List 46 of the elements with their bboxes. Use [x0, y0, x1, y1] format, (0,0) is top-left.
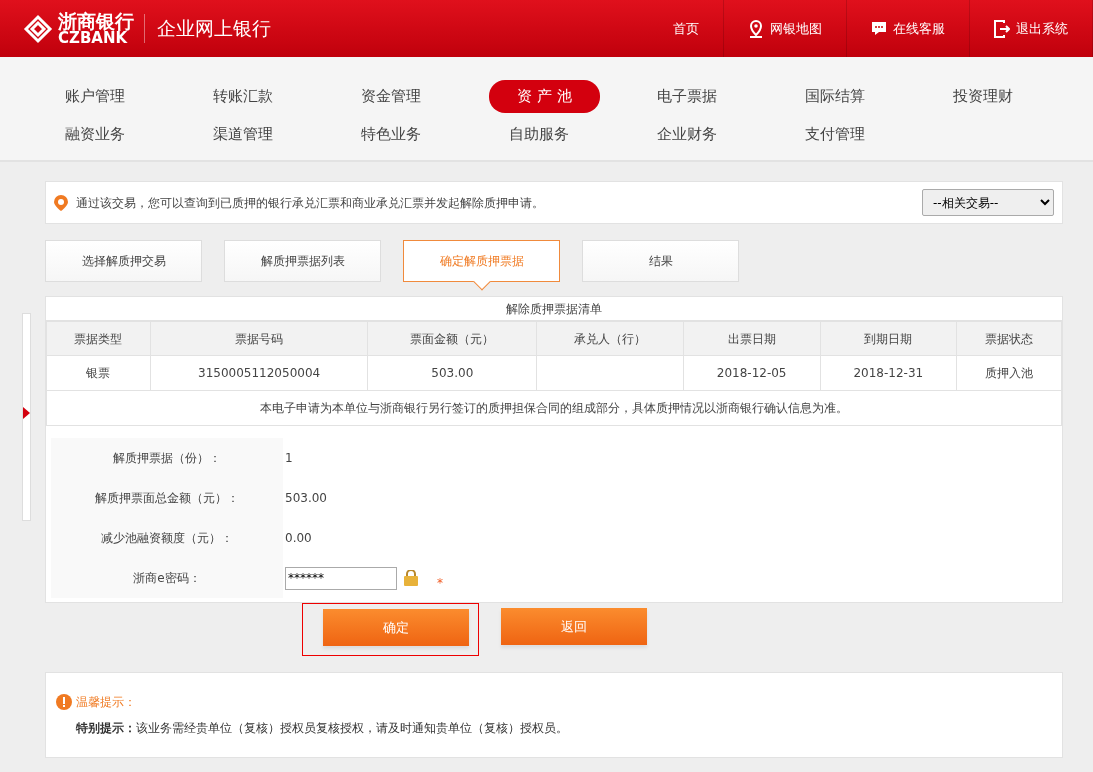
tip-text: 特别提示：该业务需经贵单位（复核）授权员复核授权，请及时通知贵单位（复核）授权员。: [75, 720, 569, 737]
field-value: 0.00: [284, 530, 312, 547]
table-cell: 503.00: [367, 355, 537, 391]
step-tab[interactable]: 选择解质押交易: [45, 240, 202, 282]
nav-menu-item[interactable]: 特色业务: [341, 122, 489, 146]
table-cell: 质押入池: [956, 355, 1062, 391]
step-tab[interactable]: 结果: [582, 240, 739, 282]
related-transactions-select[interactable]: --相关交易--: [922, 189, 1054, 216]
nav-menu-item[interactable]: 自助服务: [489, 122, 637, 146]
nav-menu-item[interactable]: 企业财务: [637, 122, 785, 146]
column-header: 出票日期: [683, 321, 820, 356]
logo-text: CZBANK: [58, 30, 129, 46]
column-header: 票面金额（元）: [367, 321, 537, 356]
password-field[interactable]: ******: [285, 566, 397, 590]
nav-menu-item[interactable]: 转账汇款: [193, 84, 341, 108]
notice-text: 通过该交易，您可以查询到已质押的银行承兑汇票和商业承兑汇票并发起解除质押申请。: [76, 194, 545, 212]
nav-menu-item[interactable]: 资 产 池: [489, 79, 600, 113]
required-mark: *: [437, 575, 443, 592]
column-header: 承兑人（行）: [536, 321, 684, 356]
nav-menu-item[interactable]: 渠道管理: [193, 122, 341, 146]
nav-menu-item[interactable]: 支付管理: [785, 122, 933, 146]
field-label: 减少池融资额度（元）：: [51, 518, 283, 558]
nav-menu-item[interactable]: 投资理财: [933, 84, 1081, 108]
logo-text: 浙商银行: [58, 11, 134, 31]
nav-menu-item[interactable]: 融资业务: [45, 122, 193, 146]
step-tab[interactable]: 解质押票据列表: [224, 240, 381, 282]
nav-menu-item[interactable]: 电子票据: [637, 84, 785, 108]
table-cell: 3150005112050004: [150, 355, 368, 391]
table-cell: 银票: [46, 355, 151, 391]
tip-title: 温馨提示：: [76, 694, 136, 711]
table-note: 本电子申请为本单位与浙商银行另行签订的质押担保合同的组成部分，具体质押情况以浙商银行确认信息为准。: [46, 390, 1062, 426]
field-value: 503.00: [284, 490, 327, 507]
table-cell: 2018-12-05: [683, 355, 820, 391]
field-label: 解质押票面总金额（元）：: [51, 478, 283, 518]
nav-menu-item[interactable]: 资金管理: [341, 84, 489, 108]
field-label: 浙商e密码：: [51, 558, 283, 598]
table-cell: 2018-12-31: [820, 355, 957, 391]
column-header: 票据状态: [956, 321, 1062, 356]
column-header: 票据类型: [46, 321, 151, 356]
column-header: 票据号码: [150, 321, 368, 356]
column-header: 到期日期: [820, 321, 957, 356]
field-value: 1: [284, 450, 293, 467]
site-title: 企业网上银行: [144, 14, 271, 43]
field-label: 解质押票据（份）：: [51, 438, 283, 478]
nav-menu-item[interactable]: 国际结算: [785, 84, 933, 108]
nav-menu-item[interactable]: 账户管理: [45, 84, 193, 108]
